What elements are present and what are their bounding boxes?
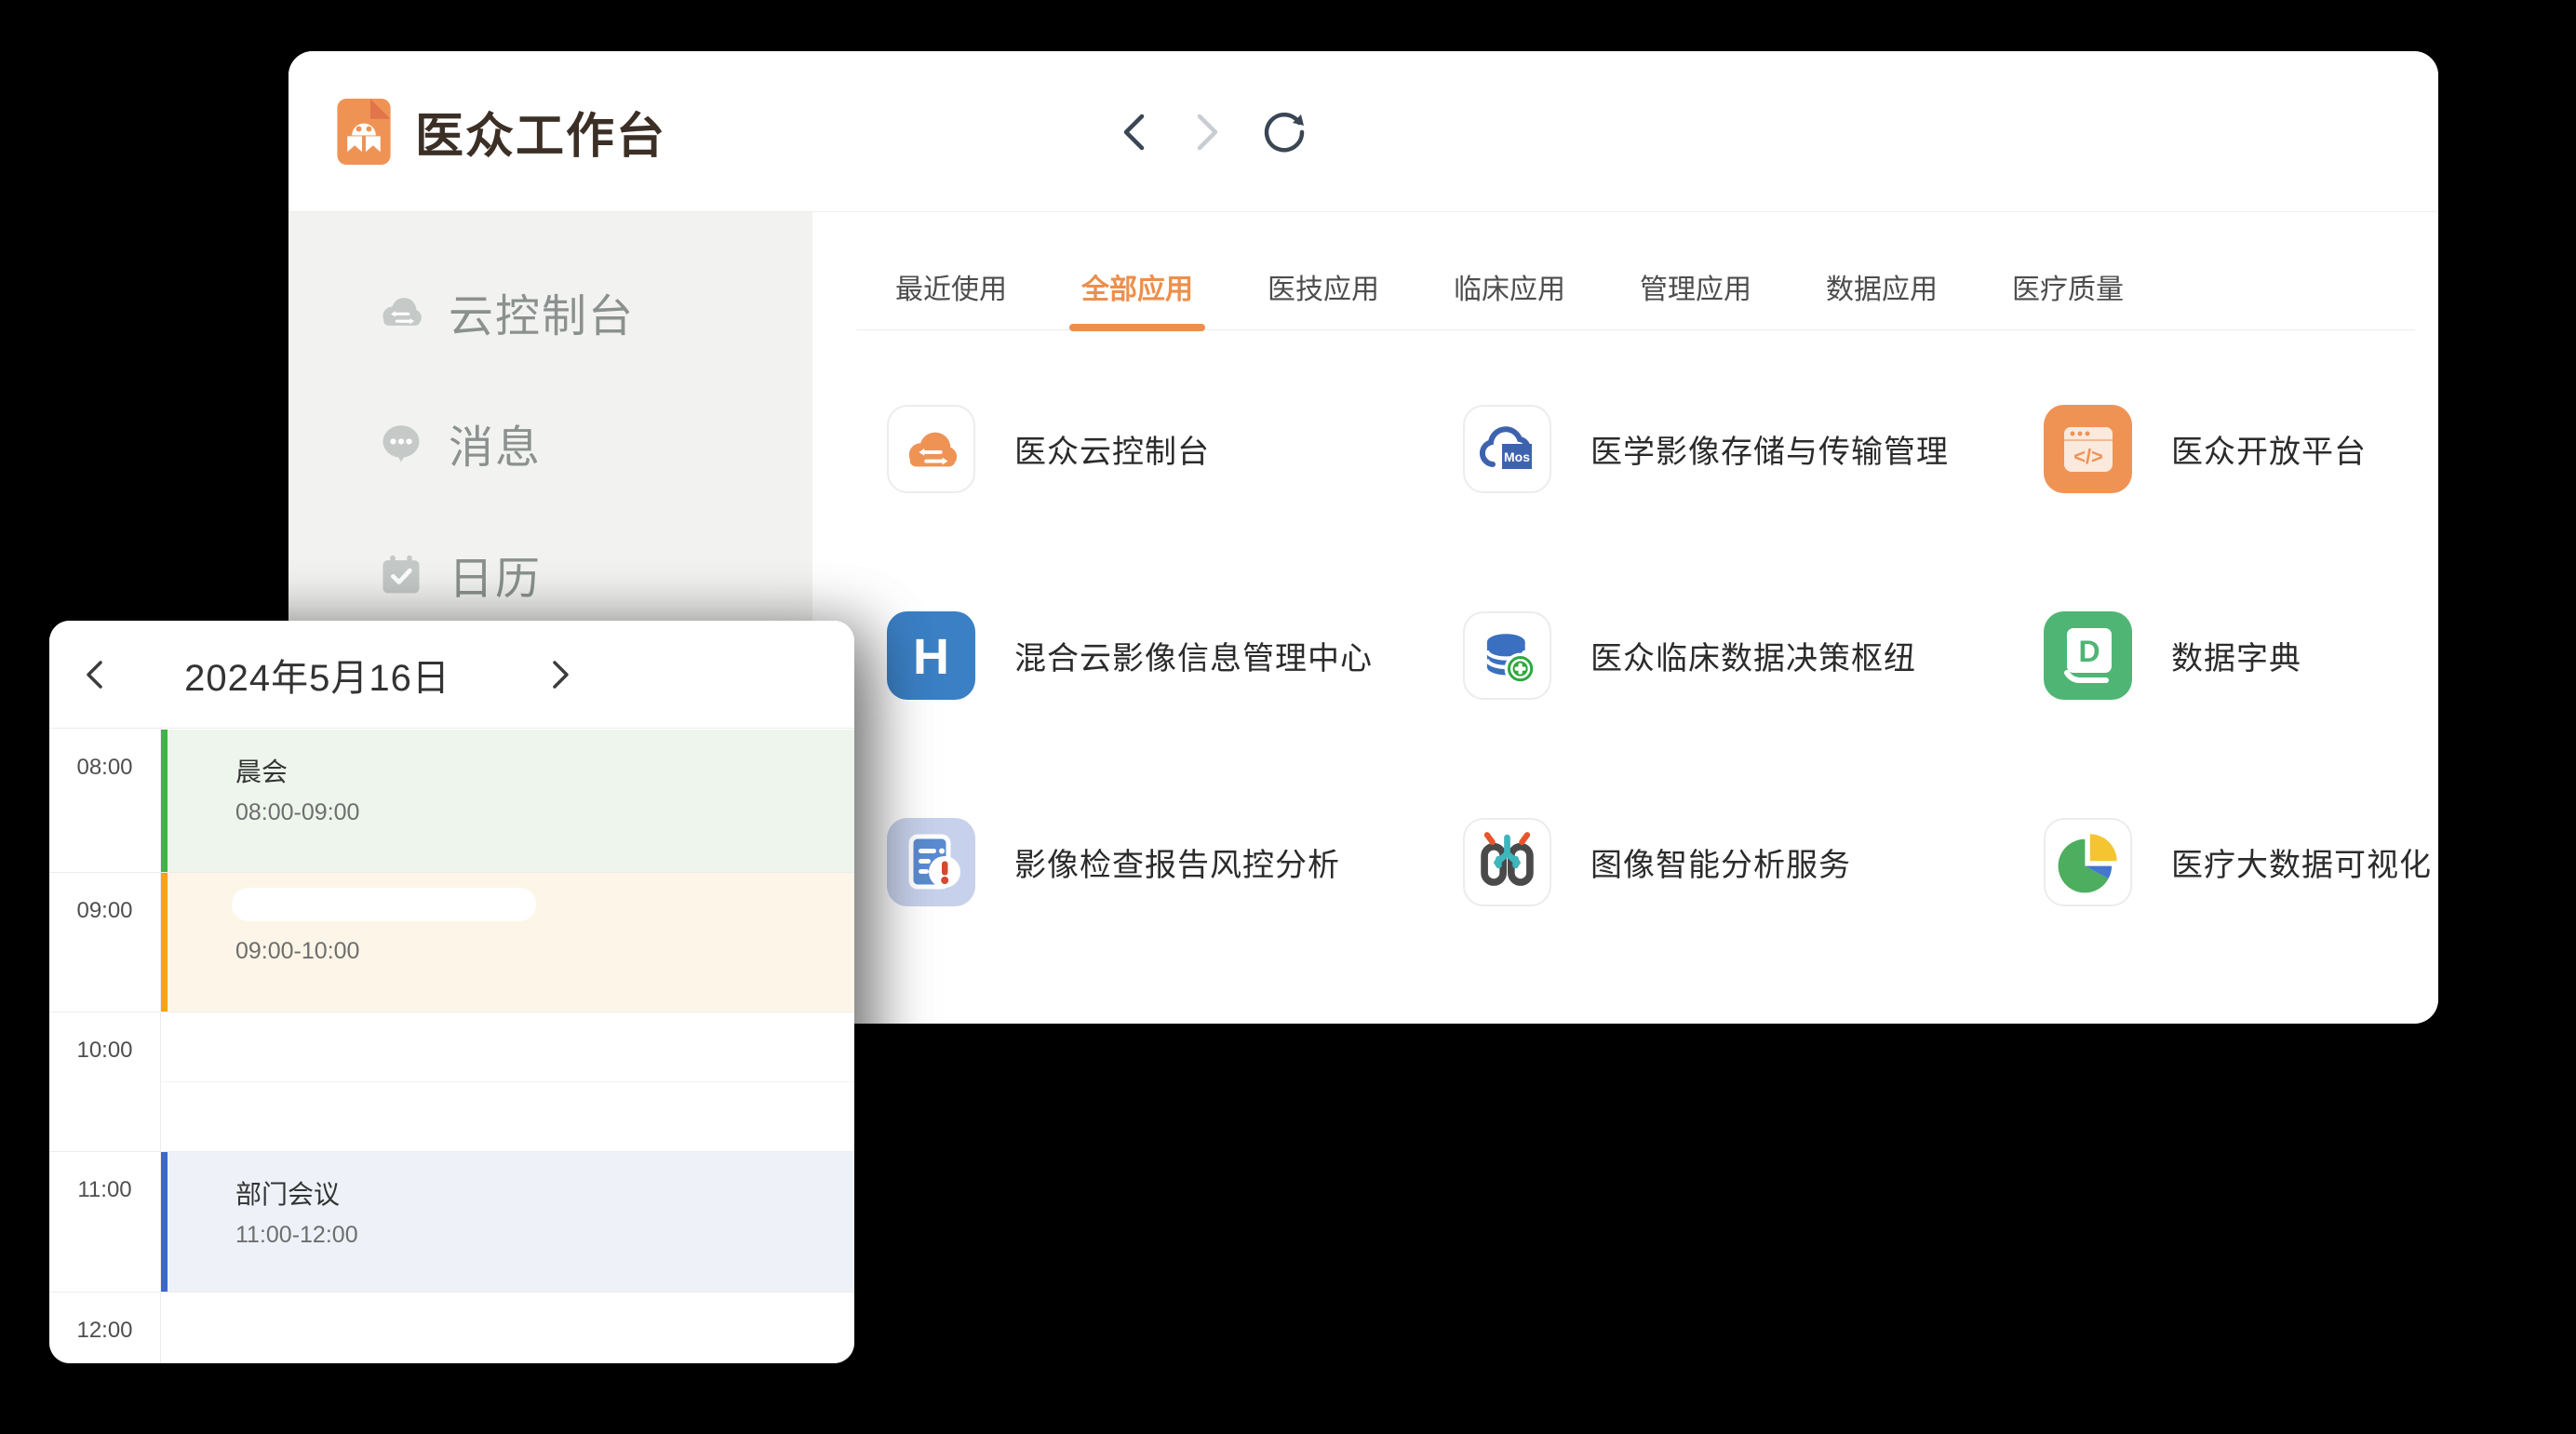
svg-text:Mos: Mos bbox=[1504, 449, 1530, 464]
window-title: 医众工作台 bbox=[415, 51, 666, 212]
app-category-tabs: 最近使用 全部应用 医技应用 临床应用 管理应用 数据应用 医疗质量 bbox=[856, 212, 2415, 330]
app-label: 医众云控制台 bbox=[1014, 426, 1210, 472]
sidebar-item-cloud-console[interactable]: 云控制台 bbox=[288, 279, 812, 344]
calendar-day-grid: 08:00 09:00 10:00 11:00 12:00 晨会 08:00-0… bbox=[49, 729, 854, 1363]
app-grid: 医众云控制台 Mos 医学影像存储与传输管理 bbox=[887, 405, 2438, 1024]
event-title-redacted-pill bbox=[232, 888, 536, 921]
app-report-risk[interactable]: 影像检查报告风控分析 bbox=[887, 818, 1463, 906]
data-dictionary-icon: D bbox=[2044, 611, 2132, 700]
cloud-console-icon bbox=[378, 288, 424, 335]
app-label: 图像智能分析服务 bbox=[1590, 839, 1851, 885]
half-hour-gridline bbox=[161, 1081, 854, 1082]
canvas: 医众工作台 bbox=[0, 0, 2576, 1434]
app-clinical-data[interactable]: 医众临床数据决策枢纽 bbox=[1463, 611, 2044, 700]
refresh-button[interactable] bbox=[1256, 51, 1312, 212]
app-data-dictionary[interactable]: D 数据字典 bbox=[2044, 611, 2438, 700]
tab-quality[interactable]: 医疗质量 bbox=[2012, 266, 2124, 329]
window-header: 医众工作台 bbox=[288, 51, 2438, 212]
app-label: 医疗大数据可视化 bbox=[2171, 839, 2432, 885]
chevron-right-icon bbox=[551, 659, 571, 690]
event-title: 部门会议 bbox=[235, 1178, 854, 1212]
app-logo-icon bbox=[337, 99, 391, 165]
event-time: 11:00-12:00 bbox=[235, 1221, 854, 1249]
app-label: 混合云影像信息管理中心 bbox=[1014, 633, 1373, 678]
event-time: 08:00-09:00 bbox=[235, 798, 854, 826]
sidebar-item-label: 消息 bbox=[449, 410, 542, 476]
nav-back-button[interactable] bbox=[1106, 51, 1161, 212]
time-label: 11:00 bbox=[49, 1177, 160, 1203]
nav-forward-button[interactable] bbox=[1180, 51, 1236, 212]
sidebar-item-messages[interactable]: 消息 bbox=[288, 410, 812, 476]
clinical-database-icon bbox=[1476, 624, 1539, 688]
tab-management[interactable]: 管理应用 bbox=[1640, 266, 1751, 329]
event-time: 09:00-10:00 bbox=[235, 937, 854, 965]
event-accent-bar bbox=[161, 873, 168, 1012]
cloud-console-icon bbox=[903, 421, 960, 478]
active-tab-underline bbox=[1069, 324, 1205, 331]
app-label: 数据字典 bbox=[2171, 633, 2301, 678]
calendar-next-button[interactable] bbox=[533, 621, 589, 729]
app-bigdata-viz[interactable]: 医疗大数据可视化 bbox=[2044, 818, 2438, 906]
app-image-ai[interactable]: 图像智能分析服务 bbox=[1463, 818, 2044, 906]
chevron-right-icon bbox=[1194, 112, 1222, 153]
sidebar-item-calendar[interactable]: 日历 bbox=[288, 542, 812, 607]
time-label: 08:00 bbox=[49, 755, 160, 781]
calendar-panel: 2024年5月16日 08:00 09:00 10:00 11:00 12:00… bbox=[49, 621, 854, 1363]
time-label: 12:00 bbox=[49, 1318, 160, 1344]
refresh-icon bbox=[1261, 109, 1308, 155]
content-area: 最近使用 全部应用 医技应用 临床应用 管理应用 数据应用 医疗质量 bbox=[812, 212, 2438, 1024]
app-label: 医学影像存储与传输管理 bbox=[1590, 426, 1949, 472]
pie-chart-icon bbox=[2055, 829, 2122, 896]
calendar-date-title: 2024年5月16日 bbox=[49, 621, 585, 729]
tab-all-apps[interactable]: 全部应用 bbox=[1081, 266, 1193, 329]
time-label: 10:00 bbox=[49, 1038, 160, 1064]
event-title: 晨会 bbox=[235, 756, 854, 789]
app-label: 医众开放平台 bbox=[2171, 426, 2367, 472]
app-open-platform[interactable]: </> 医众开放平台 bbox=[2044, 405, 2438, 493]
sidebar-item-label: 云控制台 bbox=[449, 279, 635, 344]
pacs-cloud-icon: Mos bbox=[1476, 418, 1539, 481]
tab-clinical[interactable]: 临床应用 bbox=[1454, 266, 1565, 329]
calendar-event-department-meeting[interactable]: 部门会议 11:00-12:00 bbox=[161, 1152, 854, 1292]
app-label: 医众临床数据决策枢纽 bbox=[1590, 633, 1916, 678]
event-accent-bar bbox=[161, 730, 168, 872]
messages-icon bbox=[378, 420, 424, 466]
calendar-icon bbox=[378, 551, 424, 597]
sidebar-item-label: 日历 bbox=[449, 542, 542, 607]
time-label: 09:00 bbox=[49, 898, 160, 924]
calendar-event-morning-meeting[interactable]: 晨会 08:00-09:00 bbox=[161, 730, 854, 872]
open-platform-code-icon: </> bbox=[2059, 420, 2118, 479]
hour-gridline bbox=[49, 1292, 854, 1293]
event-accent-bar bbox=[161, 1152, 168, 1292]
tab-medtech[interactable]: 医技应用 bbox=[1268, 266, 1379, 329]
app-cloud-console[interactable]: 医众云控制台 bbox=[887, 405, 1463, 493]
app-pacs[interactable]: Mos 医学影像存储与传输管理 bbox=[1463, 405, 2044, 493]
chevron-left-icon bbox=[1120, 112, 1147, 153]
lungs-ai-icon bbox=[1465, 818, 1550, 906]
calendar-header: 2024年5月16日 bbox=[49, 621, 854, 729]
app-label: 影像检查报告风控分析 bbox=[1014, 839, 1340, 885]
tab-data[interactable]: 数据应用 bbox=[1826, 266, 1938, 329]
svg-text:D: D bbox=[2078, 635, 2100, 668]
svg-text:H: H bbox=[913, 629, 949, 685]
hybrid-cloud-icon: H bbox=[887, 611, 975, 700]
app-hybrid-cloud[interactable]: H 混合云影像信息管理中心 bbox=[887, 611, 1463, 700]
tab-recent[interactable]: 最近使用 bbox=[895, 266, 1007, 329]
report-risk-icon bbox=[887, 818, 975, 906]
calendar-event-redacted[interactable]: 09:00-10:00 bbox=[161, 873, 854, 1012]
svg-text:</>: </> bbox=[2073, 445, 2103, 468]
